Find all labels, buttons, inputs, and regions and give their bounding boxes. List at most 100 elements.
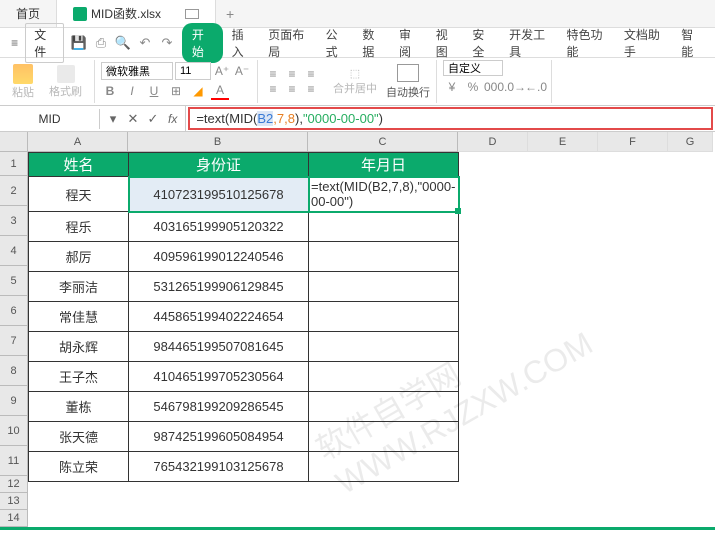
cell[interactable] [309, 452, 459, 482]
number-format-select[interactable] [443, 60, 503, 76]
menu-insert[interactable]: 插入 [225, 23, 260, 63]
menu-devtools[interactable]: 开发工具 [502, 23, 557, 63]
row-header-4[interactable]: 4 [0, 236, 28, 266]
cell[interactable]: 546798199209286545 [129, 392, 309, 422]
redo-icon[interactable]: ↷ [158, 34, 176, 52]
cell[interactable]: 987425199605084954 [129, 422, 309, 452]
format-painter-button[interactable]: 格式刷 [43, 63, 88, 101]
menu-start[interactable]: 开始 [182, 23, 223, 63]
cell[interactable]: 984465199507081645 [129, 332, 309, 362]
cell[interactable]: 陈立荣 [29, 452, 129, 482]
cell[interactable]: 常佳慧 [29, 302, 129, 332]
cell[interactable] [309, 302, 459, 332]
underline-button[interactable]: U [145, 82, 163, 100]
formula-input[interactable]: =text(MID(B2,7,8),"0000-00-00") [188, 107, 713, 130]
font-size-select[interactable] [175, 62, 211, 80]
row-header-8[interactable]: 8 [0, 356, 28, 386]
col-header-f[interactable]: F [598, 132, 668, 152]
row-header-11[interactable]: 11 [0, 446, 28, 476]
currency-icon[interactable]: ¥ [443, 78, 461, 96]
cell[interactable]: 403165199905120322 [129, 212, 309, 242]
dec-decimal-icon[interactable]: ←.0 [527, 78, 545, 96]
cell[interactable]: 765432199103125678 [129, 452, 309, 482]
window-icon[interactable] [185, 9, 199, 19]
row-header-1[interactable]: 1 [0, 152, 28, 176]
cell[interactable]: 张天德 [29, 422, 129, 452]
row-header-9[interactable]: 9 [0, 386, 28, 416]
save-icon[interactable]: 💾 [70, 34, 88, 52]
cell[interactable]: 程乐 [29, 212, 129, 242]
menu-security[interactable]: 安全 [465, 23, 500, 63]
cell[interactable]: 409596199012240546 [129, 242, 309, 272]
cell[interactable]: 程天 [29, 177, 129, 212]
paste-button[interactable]: 粘贴 [6, 62, 40, 102]
menu-smart[interactable]: 智能 [674, 23, 709, 63]
col-header-c[interactable]: C [308, 132, 458, 152]
print-icon[interactable]: ⎙ [92, 34, 110, 52]
select-all-corner[interactable] [0, 132, 28, 152]
cell[interactable]: 445865199402224654 [129, 302, 309, 332]
merge-button[interactable]: ⬚ 合并居中 [327, 65, 383, 98]
cell[interactable]: 郝厉 [29, 242, 129, 272]
cell[interactable] [309, 272, 459, 302]
header-id[interactable]: 身份证 [129, 153, 309, 177]
bold-button[interactable]: B [101, 82, 119, 100]
row-header-12[interactable]: 12 [0, 476, 28, 493]
confirm-icon[interactable]: ✓ [144, 110, 162, 128]
preview-icon[interactable]: 🔍 [114, 34, 132, 52]
undo-icon[interactable]: ↶ [136, 34, 154, 52]
col-header-e[interactable]: E [528, 132, 598, 152]
cell[interactable]: 胡永辉 [29, 332, 129, 362]
cell[interactable] [309, 422, 459, 452]
menu-formula[interactable]: 公式 [319, 23, 354, 63]
row-header-10[interactable]: 10 [0, 416, 28, 446]
align-middle-icon[interactable]: ≡ [283, 67, 301, 81]
menu-review[interactable]: 审阅 [392, 23, 427, 63]
col-header-a[interactable]: A [28, 132, 128, 152]
align-center-icon[interactable]: ≡ [283, 82, 301, 96]
row-header-6[interactable]: 6 [0, 296, 28, 326]
header-name[interactable]: 姓名 [29, 153, 129, 177]
menu-layout[interactable]: 页面布局 [261, 23, 316, 63]
border-button[interactable]: ⊞ [167, 82, 185, 100]
align-bottom-icon[interactable]: ≡ [302, 67, 320, 81]
cell-formula-display[interactable]: =text(MID(B2,7,8),"0000-00-00") [309, 177, 459, 212]
decrease-font-icon[interactable]: A⁻ [233, 62, 251, 80]
cell[interactable] [309, 392, 459, 422]
percent-icon[interactable]: % [464, 78, 482, 96]
row-header-7[interactable]: 7 [0, 326, 28, 356]
wrap-button[interactable]: 自动换行 [386, 64, 430, 100]
increase-font-icon[interactable]: A⁺ [213, 62, 231, 80]
cell[interactable] [309, 212, 459, 242]
cell[interactable]: 董栋 [29, 392, 129, 422]
cell[interactable]: 410465199705230564 [129, 362, 309, 392]
row-header-14[interactable]: 14 [0, 510, 28, 527]
comma-icon[interactable]: 000 [485, 78, 503, 96]
fx-icon[interactable]: fx [164, 112, 181, 126]
align-right-icon[interactable]: ≡ [302, 82, 320, 96]
row-header-3[interactable]: 3 [0, 206, 28, 236]
cell[interactable] [309, 362, 459, 392]
row-header-2[interactable]: 2 [0, 176, 28, 206]
col-header-d[interactable]: D [458, 132, 528, 152]
align-left-icon[interactable]: ≡ [264, 82, 282, 96]
cell[interactable] [309, 242, 459, 272]
header-date[interactable]: 年月日 [309, 153, 459, 177]
cell[interactable] [309, 332, 459, 362]
cell[interactable]: 王子杰 [29, 362, 129, 392]
italic-button[interactable]: I [123, 82, 141, 100]
menu-features[interactable]: 特色功能 [559, 23, 614, 63]
inc-decimal-icon[interactable]: .0→ [506, 78, 524, 96]
font-color-button[interactable]: A [211, 82, 229, 100]
col-header-g[interactable]: G [668, 132, 713, 152]
cell-active[interactable]: 410723199510125678 [129, 177, 309, 212]
align-top-icon[interactable]: ≡ [264, 67, 282, 81]
menu-docassist[interactable]: 文档助手 [617, 23, 672, 63]
cell[interactable]: 李丽洁 [29, 272, 129, 302]
col-header-b[interactable]: B [128, 132, 308, 152]
fill-color-button[interactable]: ◢ [189, 82, 207, 100]
menu-data[interactable]: 数据 [355, 23, 390, 63]
row-header-5[interactable]: 5 [0, 266, 28, 296]
row-header-13[interactable]: 13 [0, 493, 28, 510]
cell[interactable]: 531265199906129845 [129, 272, 309, 302]
